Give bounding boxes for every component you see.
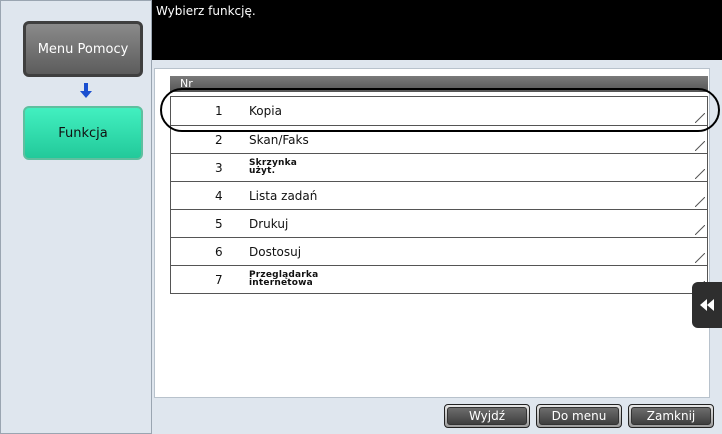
help-sidebar: Menu Pomocy Funkcja (0, 0, 152, 434)
message-bar: Wybierz funkcję. (152, 0, 722, 60)
help-menu-button[interactable]: Menu Pomocy (23, 21, 143, 77)
row-number: 2 (215, 133, 223, 147)
list-item-przegladarka[interactable]: 7 Przeglądarka internetowa (170, 266, 708, 294)
row-label: Drukuj (249, 217, 289, 231)
close-button-label: Zamknij (631, 407, 711, 425)
function-button[interactable]: Funkcja (23, 106, 143, 160)
list-item-skrzynka[interactable]: 3 Skrzynka użyt. (170, 154, 708, 182)
corner-mark-icon (695, 141, 705, 151)
side-panel-toggle[interactable] (692, 282, 722, 328)
row-label: Skrzynka użyt. (249, 158, 298, 176)
exit-button[interactable]: Wyjdź (444, 404, 530, 428)
selection-highlight (160, 88, 720, 132)
row-label: Lista zadań (249, 189, 318, 203)
instruction-text: Wybierz funkcję. (156, 4, 256, 18)
corner-mark-icon (695, 225, 705, 235)
close-button[interactable]: Zamknij (628, 404, 714, 428)
double-left-arrow-icon (700, 299, 714, 311)
exit-button-label: Wyjdź (447, 407, 527, 425)
list-item-dostosuj[interactable]: 6 Dostosuj (170, 238, 708, 266)
row-label: Skan/Faks (249, 133, 309, 147)
row-number: 4 (215, 189, 223, 203)
list-item-drukuj[interactable]: 5 Drukuj (170, 210, 708, 238)
row-label: Przeglądarka internetowa (249, 270, 319, 288)
to-menu-button-label: Do menu (539, 407, 619, 425)
list-item-lista-zadan[interactable]: 4 Lista zadań (170, 182, 708, 210)
corner-mark-icon (695, 169, 705, 179)
corner-mark-icon (695, 197, 705, 207)
corner-mark-icon (695, 253, 705, 263)
row-number: 7 (215, 273, 223, 287)
down-arrow-icon (80, 83, 92, 98)
row-number: 5 (215, 217, 223, 231)
to-menu-button[interactable]: Do menu (536, 404, 622, 428)
row-label: Dostosuj (249, 245, 302, 259)
row-number: 3 (215, 161, 223, 175)
row-number: 6 (215, 245, 223, 259)
